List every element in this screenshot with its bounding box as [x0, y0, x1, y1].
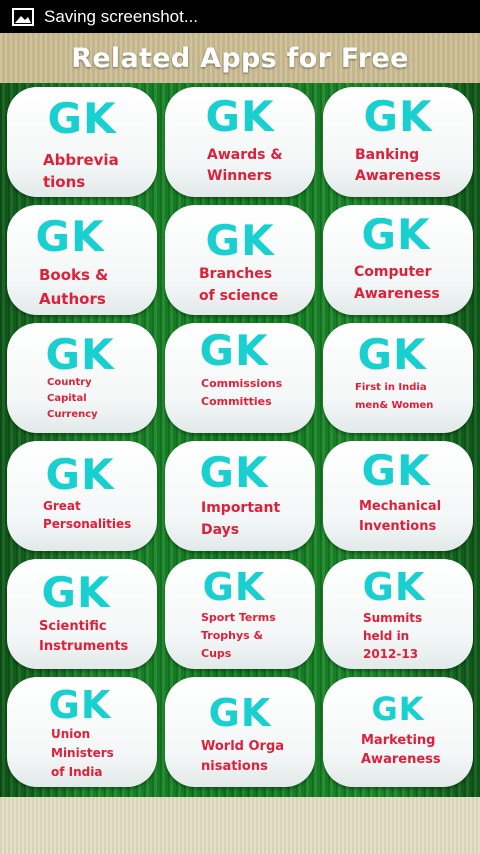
- app-tile-sport-terms[interactable]: GK Sport Terms Trophys & Cups: [165, 559, 315, 669]
- app-tile-label: Important Days: [201, 500, 281, 538]
- app-tile-label: Sport Terms Trophys & Cups: [201, 611, 276, 660]
- app-tile-great-personalities[interactable]: GK Great Personalities: [7, 441, 157, 551]
- image-icon: [12, 7, 34, 26]
- gk-badge: GK: [205, 92, 275, 141]
- status-bar: Saving screenshot...: [0, 0, 480, 33]
- header: Related Apps for Free: [0, 33, 480, 83]
- app-tile-commissions-committies[interactable]: GK Commissions Committies: [165, 323, 315, 433]
- gk-badge: GK: [35, 212, 105, 261]
- app-tile-books-authors[interactable]: GK Books & Authors: [7, 205, 157, 315]
- gk-badge: GK: [199, 448, 269, 497]
- app-tile-branches-of-science[interactable]: GK Branches of science: [165, 205, 315, 315]
- app-tile-label: First in India men& Women: [355, 382, 434, 411]
- app-tile-label: Awards & Winners: [207, 147, 283, 184]
- gk-badge: GK: [48, 683, 112, 727]
- app-tile-label: Computer Awareness: [354, 264, 440, 302]
- gk-badge: GK: [47, 94, 117, 143]
- gk-badge: GK: [205, 216, 275, 265]
- app-grid: GK Abbrevia tions GK Awards & Winners GK…: [0, 83, 480, 797]
- app-tile-awards-winners[interactable]: GK Awards & Winners: [165, 87, 315, 197]
- app-tile-label: Summits held in 2012-13: [363, 611, 423, 661]
- app-tile-first-in-india[interactable]: GK First in India men& Women: [323, 323, 473, 433]
- app-tile-label: Great Personalities: [43, 499, 132, 531]
- app-tile-label: Marketing Awareness: [361, 733, 441, 767]
- bottom-panel: [0, 797, 480, 854]
- app-tile-label: World Orga nisations: [201, 739, 285, 774]
- page-title: Related Apps for Free: [71, 42, 409, 74]
- gk-badge: GK: [208, 691, 272, 735]
- gk-badge: GK: [362, 565, 426, 609]
- gk-badge: GK: [45, 450, 115, 499]
- app-tile-label: Banking Awareness: [355, 147, 441, 184]
- gk-badge: GK: [41, 568, 111, 617]
- app-tile-label: Country Capital Currency: [47, 377, 98, 420]
- gk-badge: GK: [202, 565, 266, 609]
- gk-badge: GK: [357, 330, 427, 379]
- app-tile-label: Mechanical Inventions: [359, 499, 442, 534]
- app-tile-label: Union Ministers of India: [51, 727, 114, 779]
- app-tile-label: Branches of science: [199, 266, 279, 304]
- app-tile-union-ministers[interactable]: GK Union Ministers of India: [7, 677, 157, 787]
- app-tile-scientific-instruments[interactable]: GK Scientific Instruments: [7, 559, 157, 669]
- app-tile-label: Scientific Instruments: [39, 619, 129, 654]
- app-tile-label: Commissions Committies: [201, 377, 283, 408]
- gk-badge: GK: [371, 690, 425, 728]
- app-tile-world-organisations[interactable]: GK World Orga nisations: [165, 677, 315, 787]
- gk-badge: GK: [361, 446, 431, 495]
- status-text: Saving screenshot...: [44, 6, 199, 26]
- gk-badge: GK: [363, 92, 433, 141]
- app-tile-marketing-awareness[interactable]: GK Marketing Awareness: [323, 677, 473, 787]
- gk-badge: GK: [45, 330, 115, 379]
- app-tile-label: Abbrevia tions: [43, 151, 119, 191]
- app-tile-banking-awareness[interactable]: GK Banking Awareness: [323, 87, 473, 197]
- gk-badge: GK: [361, 210, 431, 259]
- gk-badge: GK: [199, 326, 269, 375]
- app-tile-country-capital-currency[interactable]: GK Country Capital Currency: [7, 323, 157, 433]
- app-tile-label: Books & Authors: [39, 266, 109, 308]
- app-tile-abbreviations[interactable]: GK Abbrevia tions: [7, 87, 157, 197]
- app-tile-summits-2012-13[interactable]: GK Summits held in 2012-13: [323, 559, 473, 669]
- app-tile-important-days[interactable]: GK Important Days: [165, 441, 315, 551]
- app-tile-computer-awareness[interactable]: GK Computer Awareness: [323, 205, 473, 315]
- app-tile-mechanical-inventions[interactable]: GK Mechanical Inventions: [323, 441, 473, 551]
